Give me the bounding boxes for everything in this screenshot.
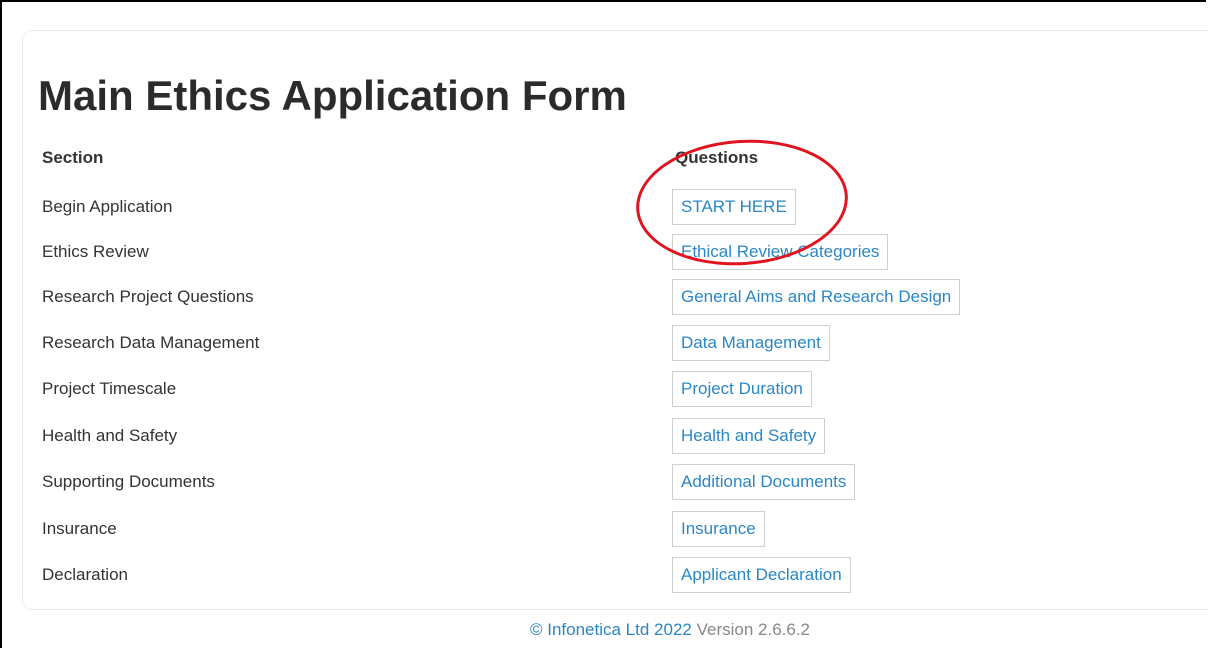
table-row: Begin Application START HERE xyxy=(0,189,1208,225)
start-here-button[interactable]: START HERE xyxy=(672,189,796,225)
ethical-review-categories-button[interactable]: Ethical Review Categories xyxy=(672,234,889,270)
column-header-questions: Questions xyxy=(675,148,759,167)
table-row: Declaration Applicant Declaration xyxy=(0,557,1208,593)
section-declaration: Declaration xyxy=(42,565,128,584)
project-duration-button[interactable]: Project Duration xyxy=(672,371,812,407)
column-header-section: Section xyxy=(42,148,104,167)
page-footer: © Infonetica Ltd 2022 Version 2.6.6.2 xyxy=(0,619,1208,641)
page-title: Main Ethics Application Form xyxy=(38,72,627,119)
data-management-button[interactable]: Data Management xyxy=(672,325,830,361)
applicant-declaration-button[interactable]: Applicant Declaration xyxy=(672,557,851,593)
additional-documents-button[interactable]: Additional Documents xyxy=(672,464,856,500)
table-row: Research Project Questions General Aims … xyxy=(0,279,1208,315)
table-row: Health and Safety Health and Safety xyxy=(0,418,1208,454)
section-project-timescale: Project Timescale xyxy=(42,379,177,398)
section-insurance: Insurance xyxy=(42,519,117,538)
section-research-data-management: Research Data Management xyxy=(42,333,260,352)
section-begin-application: Begin Application xyxy=(42,197,173,216)
version-text: Version 2.6.6.2 xyxy=(696,620,811,639)
section-ethics-review: Ethics Review xyxy=(42,242,149,261)
health-and-safety-button[interactable]: Health and Safety xyxy=(672,418,826,454)
section-health-and-safety: Health and Safety xyxy=(42,426,178,445)
table-row: Insurance Insurance xyxy=(0,511,1208,547)
general-aims-research-design-button[interactable]: General Aims and Research Design xyxy=(672,279,961,315)
table-row: Research Data Management Data Management xyxy=(0,325,1208,361)
insurance-button[interactable]: Insurance xyxy=(672,511,765,547)
section-supporting-documents: Supporting Documents xyxy=(42,472,215,491)
section-research-project-questions: Research Project Questions xyxy=(42,287,254,306)
table-row: Project Timescale Project Duration xyxy=(0,371,1208,407)
infonetica-copyright-link[interactable]: © Infonetica Ltd 2022 xyxy=(530,620,692,639)
table-row: Ethics Review Ethical Review Categories xyxy=(0,234,1208,270)
table-row: Supporting Documents Additional Document… xyxy=(0,464,1208,500)
